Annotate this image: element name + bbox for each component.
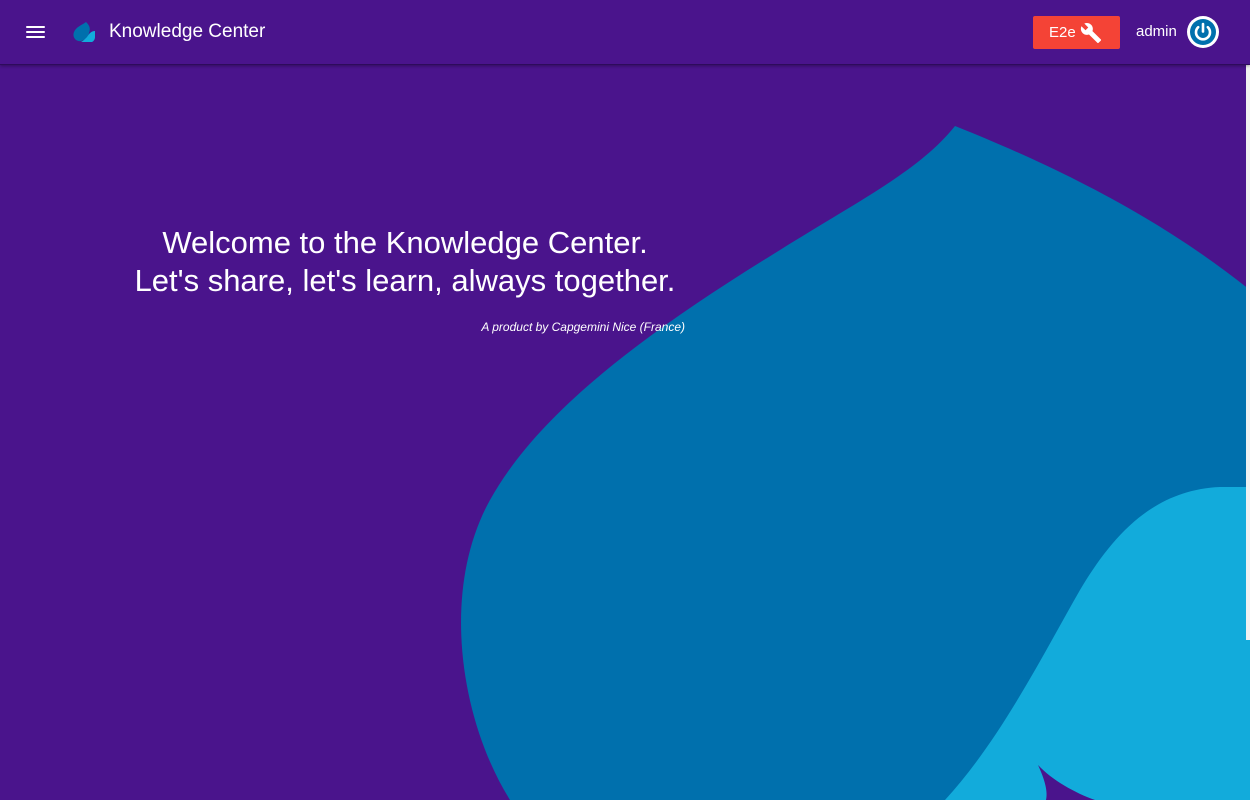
wrench-icon: [1080, 23, 1102, 44]
scrollbar[interactable]: [1246, 64, 1250, 640]
hamburger-menu-icon[interactable]: [21, 17, 51, 47]
welcome-line-1: Welcome to the Knowledge Center.: [162, 225, 648, 260]
power-icon[interactable]: [1187, 16, 1219, 48]
top-toolbar: Knowledge Center E2e admin: [0, 0, 1250, 65]
product-byline: A product by Capgemini Nice (France): [481, 320, 685, 334]
welcome-line-2: Let's share, let's learn, always togethe…: [134, 263, 676, 298]
app-title: Knowledge Center: [109, 21, 266, 42]
capgemini-spade-background: [461, 126, 1250, 800]
e2e-button-label: E2e: [1049, 24, 1076, 41]
welcome-message: Welcome to the Knowledge Center. Let's s…: [105, 224, 705, 300]
capgemini-spade-logo: [73, 22, 95, 42]
home-page: Knowledge Center E2e admin Welcome to th…: [0, 0, 1250, 800]
user-name: admin: [1136, 23, 1177, 40]
e2e-button[interactable]: E2e: [1033, 16, 1120, 49]
